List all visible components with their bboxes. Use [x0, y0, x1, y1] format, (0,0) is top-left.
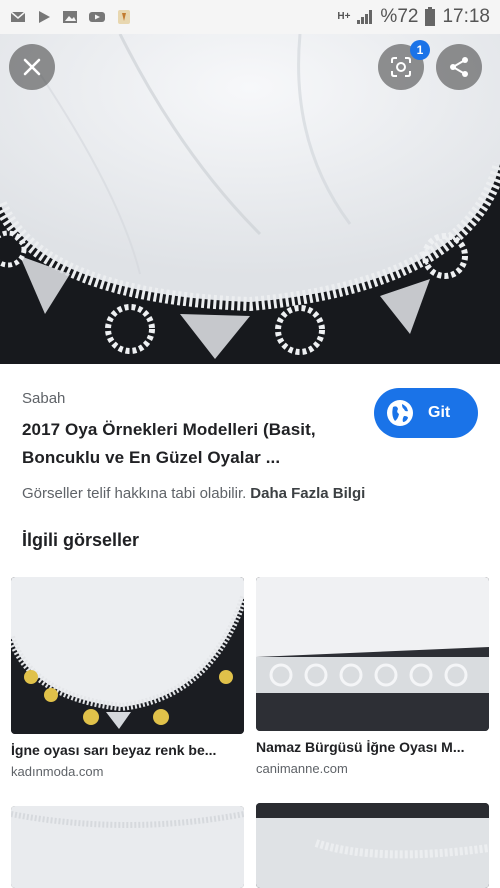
related-card-1[interactable]: İgne oyası sarı beyaz renk be... kadınmo… — [11, 577, 244, 779]
related-caption-2: Namaz Bürgüsü İğne Oyası M... — [256, 739, 465, 755]
related-thumb-4 — [256, 803, 489, 888]
related-heading: İlgili görseller — [22, 530, 140, 550]
title-line-1: 2017 Oya Örnekleri Modelleri (Basit, — [22, 420, 316, 439]
related-domain-2: canimanne.com — [256, 761, 348, 776]
network-type: H+ — [337, 11, 351, 22]
app-icon — [118, 10, 130, 24]
lace-fabric-image — [0, 34, 500, 364]
main-image[interactable]: 1 — [0, 34, 500, 364]
source-name[interactable]: Sabah — [22, 390, 65, 407]
more-info-link[interactable]: Daha Fazla Bilgi — [250, 485, 365, 502]
globe-icon — [387, 400, 413, 426]
visit-label: Git — [428, 404, 451, 421]
related-thumb-1 — [11, 577, 244, 734]
related-card-4[interactable] — [256, 803, 489, 888]
email-icon — [10, 11, 26, 22]
copyright-text: Görseller telif hakkına tabi olabilir. — [22, 485, 247, 502]
battery-percent: %72 — [380, 6, 419, 27]
result-title[interactable]: 2017 Oya Örnekleri Modelleri (Basit, Bon… — [22, 416, 362, 472]
close-icon — [23, 58, 41, 76]
play-store-icon — [39, 11, 50, 23]
related-card-2[interactable]: Namaz Bürgüsü İğne Oyası M... canimanne.… — [256, 577, 489, 776]
lens-icon — [391, 57, 411, 77]
gallery-icon — [63, 11, 77, 23]
clock: 17:18 — [442, 6, 490, 27]
close-button[interactable] — [9, 44, 55, 90]
related-domain-1: kadınmoda.com — [11, 764, 104, 779]
related-caption-1: İgne oyası sarı beyaz renk be... — [11, 742, 217, 758]
visit-button[interactable]: Git — [374, 388, 478, 438]
related-thumb-3 — [11, 806, 244, 888]
share-button[interactable] — [436, 44, 482, 90]
related-thumb-2 — [256, 577, 489, 731]
copyright-notice: Görseller telif hakkına tabi olabilir. Da… — [22, 485, 365, 502]
signal-icon — [357, 10, 373, 24]
status-bar: H+ %72 17:18 — [0, 0, 500, 34]
youtube-icon — [89, 12, 105, 22]
lens-badge: 1 — [410, 40, 430, 60]
share-icon — [450, 57, 468, 77]
related-card-3[interactable] — [11, 806, 244, 888]
battery-icon — [425, 7, 436, 26]
title-line-2: Boncuklu ve En Güzel Oyalar ... — [22, 448, 281, 467]
